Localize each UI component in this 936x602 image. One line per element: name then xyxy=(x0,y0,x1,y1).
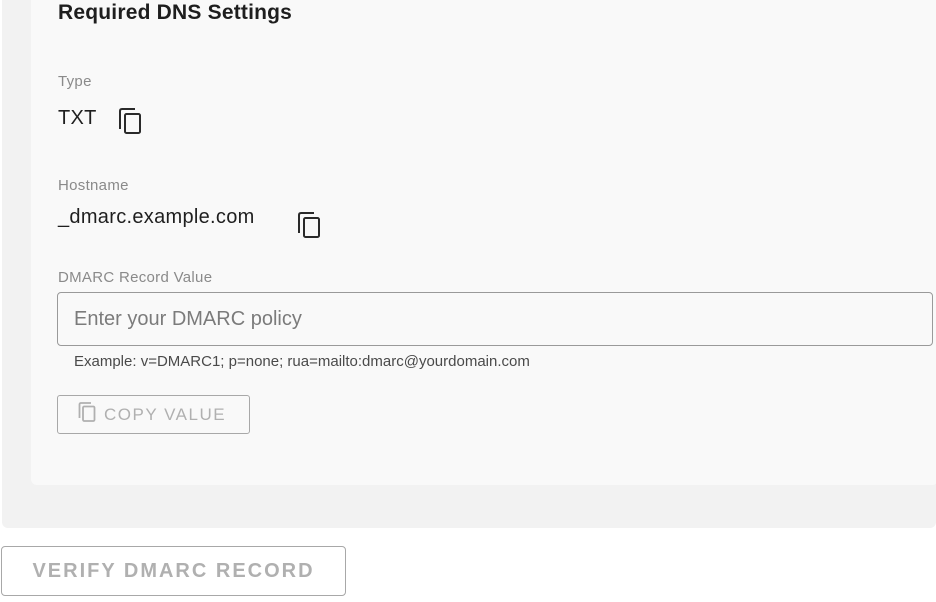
copy-value-label: COPY VALUE xyxy=(104,404,227,424)
copy-value-button[interactable]: COPY VALUE xyxy=(57,395,250,434)
hostname-value: _dmarc.example.com xyxy=(58,206,255,228)
copy-type-icon[interactable] xyxy=(118,108,142,134)
dns-settings-panel xyxy=(2,0,936,528)
type-label: Type xyxy=(58,73,92,90)
dmarc-record-label: DMARC Record Value xyxy=(58,269,213,286)
verify-dmarc-label: VERIFY DMARC RECORD xyxy=(32,559,315,582)
copy-hostname-icon[interactable] xyxy=(297,212,321,238)
section-title: Required DNS Settings xyxy=(58,1,293,24)
copy-icon xyxy=(78,402,104,427)
verify-dmarc-button[interactable]: VERIFY DMARC RECORD xyxy=(1,546,346,596)
hostname-label: Hostname xyxy=(58,177,129,194)
type-value: TXT xyxy=(58,107,97,129)
dmarc-record-helper: Example: v=DMARC1; p=none; rua=mailto:dm… xyxy=(74,353,530,370)
dmarc-record-input[interactable] xyxy=(57,292,933,346)
